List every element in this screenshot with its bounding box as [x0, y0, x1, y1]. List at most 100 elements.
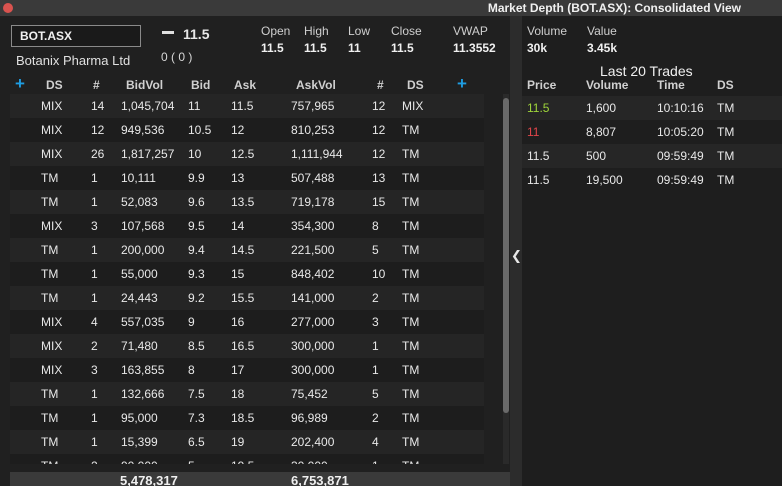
cell-num-bid: 26	[91, 147, 105, 161]
table-row[interactable]: TM 1 52,083 9.6 13.5 719,178 15 TM	[10, 190, 484, 214]
cell-time: 10:10:16	[657, 101, 704, 115]
symbol-input[interactable]: BOT.ASX	[11, 25, 141, 47]
table-row[interactable]: TM 1 200,000 9.4 14.5 221,500 5 TM	[10, 238, 484, 262]
arrow-left-icon[interactable]: ❮	[511, 248, 522, 264]
cell-bidvol: 163,855	[121, 363, 165, 377]
cell-askvol: 141,000	[291, 291, 335, 305]
stat-value: 11.3552	[453, 41, 496, 55]
table-row[interactable]: MIX 4 557,035 9 16 277,000 3 TM	[10, 310, 484, 334]
stat-value: 11.5	[391, 41, 414, 55]
cell-bid: 9.2	[188, 291, 205, 305]
cell-ds-ask: TM	[402, 147, 420, 161]
stat-label: VWAP	[453, 24, 488, 38]
cell-bid: 9.5	[188, 219, 205, 233]
col-ds-bid[interactable]: DS	[46, 78, 63, 92]
cell-ds: TM	[717, 149, 735, 163]
stat-value: 11.5	[261, 41, 284, 55]
cell-ask: 14	[231, 219, 245, 233]
col-bidvol[interactable]: BidVol	[126, 78, 163, 92]
cell-num-ask: 1	[372, 459, 379, 464]
col-price[interactable]: Price	[527, 78, 556, 92]
cell-num-bid: 14	[91, 99, 105, 113]
cell-askvol: 96,989	[291, 411, 328, 425]
totals-row: 5,478,317 6,753,871	[10, 472, 510, 486]
cell-bidvol: 557,035	[121, 315, 165, 329]
stat-value: 11	[348, 41, 361, 55]
cell-num-ask: 12	[372, 147, 386, 161]
title-bar: Market Depth (BOT.ASX): Consolidated Vie…	[0, 0, 782, 16]
table-row[interactable]: TM 1 15,399 6.5 19 202,400 4 TM	[10, 430, 484, 454]
cell-bidvol: 1,817,257	[121, 147, 175, 161]
stat-label: Volume	[527, 24, 568, 38]
cell-ask: 14.5	[231, 243, 255, 257]
scrollbar-thumb[interactable]	[503, 98, 509, 413]
col-bid[interactable]: Bid	[191, 78, 210, 92]
col-ask[interactable]: Ask	[234, 78, 256, 92]
cell-askvol: 757,965	[291, 99, 335, 113]
cell-volume: 1,600	[586, 101, 617, 115]
table-row[interactable]: MIX 3 163,855 8 17 300,000 1 TM	[10, 358, 484, 382]
table-row[interactable]: TM 1 95,000 7.3 18.5 96,989 2 TM	[10, 406, 484, 430]
stat-value: 11.5	[304, 41, 327, 55]
table-row[interactable]: MIX 2 71,480 8.5 16.5 300,000 1 TM	[10, 334, 484, 358]
stat-close: Close 11.5	[391, 24, 422, 55]
cell-bid: 9.4	[188, 243, 205, 257]
table-row[interactable]: MIX 14 1,045,704 11 11.5 757,965 12 MIX	[10, 94, 484, 118]
list-item[interactable]: 11.5 1,600 10:10:16 TM	[522, 96, 782, 120]
cell-num-ask: 5	[372, 387, 379, 401]
cell-ds-ask: TM	[402, 267, 420, 281]
plus-icon[interactable]: +	[457, 74, 467, 94]
cell-askvol: 719,178	[291, 195, 335, 209]
cell-askvol: 75,452	[291, 387, 328, 401]
cell-bidvol: 95,000	[121, 411, 158, 425]
cell-ds-bid: TM	[41, 291, 59, 305]
col-askvol[interactable]: AskVol	[296, 78, 336, 92]
cell-bid: 10.5	[188, 123, 212, 137]
table-row[interactable]: TM 1 132,666 7.5 18 75,452 5 TM	[10, 382, 484, 406]
list-item[interactable]: 11 8,807 10:05:20 TM	[522, 120, 782, 144]
cell-askvol: 300,000	[291, 363, 335, 377]
cell-ds-bid: TM	[41, 267, 59, 281]
cell-num-ask: 13	[372, 171, 386, 185]
cell-bidvol: 1,045,704	[121, 99, 175, 113]
cell-ds-bid: TM	[41, 387, 59, 401]
cell-num-ask: 12	[372, 123, 386, 137]
cell-ds-bid: MIX	[41, 219, 63, 233]
cell-ask: 11.5	[231, 99, 254, 113]
cell-num-bid: 1	[91, 243, 98, 257]
cell-ask: 16	[231, 315, 245, 329]
cell-ask: 19.5	[231, 459, 254, 464]
col-time[interactable]: Time	[657, 78, 685, 92]
close-icon[interactable]	[3, 3, 13, 13]
col-num-ask[interactable]: #	[377, 78, 384, 92]
table-row[interactable]: MIX 26 1,817,257 10 12.5 1,111,944 12 TM	[10, 142, 484, 166]
table-row[interactable]: TM 1 24,443 9.2 15.5 141,000 2 TM	[10, 286, 484, 310]
cell-askvol: 221,500	[291, 243, 335, 257]
cell-ds-bid: TM	[41, 195, 59, 209]
table-row[interactable]: TM 1 10,111 9.9 13 507,488 13 TM	[10, 166, 484, 190]
cell-num-bid: 1	[91, 435, 98, 449]
cell-num-bid: 1	[91, 387, 98, 401]
price-change: 0 ( 0 )	[161, 50, 193, 64]
col-ds-ask[interactable]: DS	[407, 78, 424, 92]
cell-bid: 6.5	[188, 435, 205, 449]
cell-bidvol: 55,000	[121, 267, 158, 281]
table-row[interactable]: MIX 12 949,536 10.5 12 810,253 12 TM	[10, 118, 484, 142]
list-item[interactable]: 11.5 19,500 09:59:49 TM	[522, 168, 782, 192]
table-row[interactable]: TM 2 90,000 5 19.5 30,000 1 TM	[10, 454, 484, 464]
table-row[interactable]: MIX 3 107,568 9.5 14 354,300 8 TM	[10, 214, 484, 238]
stat-open: Open 11.5	[261, 24, 290, 55]
col-ds[interactable]: DS	[717, 78, 734, 92]
cell-ds-ask: MIX	[402, 99, 424, 113]
col-num-bid[interactable]: #	[93, 78, 100, 92]
cell-ask: 15.5	[231, 291, 255, 305]
cell-num-ask: 8	[372, 219, 379, 233]
plus-icon[interactable]: +	[15, 74, 25, 94]
cell-num-bid: 2	[91, 459, 98, 464]
cell-bidvol: 24,443	[121, 291, 158, 305]
col-volume[interactable]: Volume	[586, 78, 628, 92]
table-row[interactable]: TM 1 55,000 9.3 15 848,402 10 TM	[10, 262, 484, 286]
list-item[interactable]: 11.5 500 09:59:49 TM	[522, 144, 782, 168]
stat-label: Value	[587, 24, 617, 38]
minus-icon	[162, 31, 174, 34]
